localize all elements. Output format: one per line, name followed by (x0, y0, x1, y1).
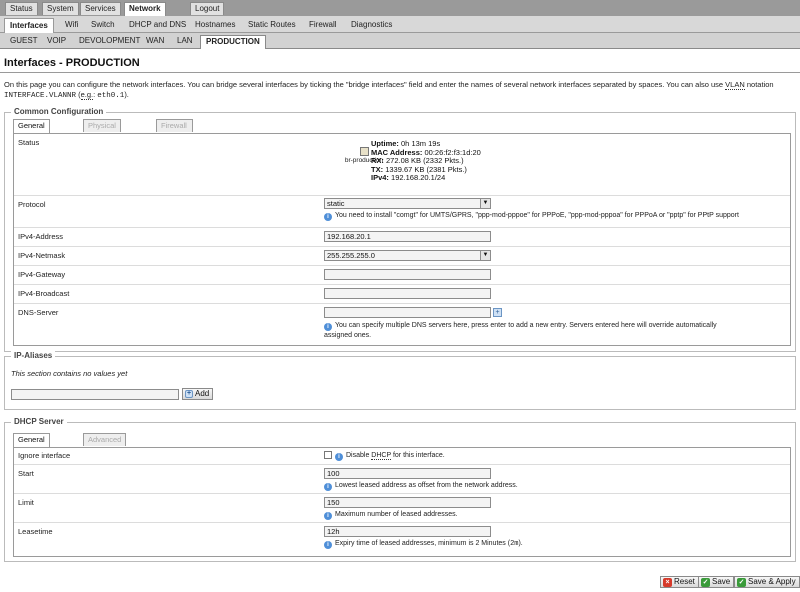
reset-button[interactable]: × Reset (660, 576, 699, 588)
dhcp-limit-input[interactable] (324, 497, 491, 508)
ipv4-netmask-label: IPv4-Netmask (18, 251, 66, 260)
reset-icon: × (663, 578, 672, 587)
tab-static-routes[interactable]: Static Routes (243, 18, 301, 32)
dhcp-limit-label: Limit (18, 498, 34, 507)
network-submenu: Interfaces Wifi Switch DHCP and DNS Host… (0, 16, 800, 33)
tab-diagnostics[interactable]: Diagnostics (346, 18, 397, 32)
dns-server-label: DNS-Server (18, 308, 59, 317)
chevron-down-icon: ▼ (480, 251, 490, 260)
add-alias-button[interactable]: + Add (182, 388, 214, 400)
dhcp-start-row: Start iLowest leased address as offset f… (14, 465, 790, 494)
dhcp-server-legend: DHCP Server (11, 417, 67, 426)
menu-network[interactable]: Network (124, 2, 166, 16)
info-icon: i (324, 512, 332, 520)
ipv4-gateway-row: IPv4-Gateway (14, 266, 790, 285)
tab-dhcp-advanced-settings[interactable]: Advanced Settings (83, 433, 127, 455)
page-description: On this page you can configure the netwo… (4, 80, 774, 100)
dhcp-start-hint: i Lowest leased address as offset from th… (324, 481, 518, 491)
iface-tab-lan[interactable]: LAN (172, 35, 198, 48)
ipv4-address-input[interactable] (324, 231, 491, 242)
add-icon: + (185, 390, 193, 398)
ipv4-netmask-row: IPv4-Netmask 255.255.255.0 ▼ (14, 247, 790, 266)
info-icon: i (335, 453, 343, 461)
tab-switch[interactable]: Switch (86, 18, 120, 32)
common-configuration-legend: Common Configuration (11, 107, 107, 116)
dhcp-start-input[interactable] (324, 468, 491, 479)
dhcp-limit-hint: i Maximum number of leased addresses. (324, 510, 458, 520)
chevron-down-icon: ▼ (480, 199, 490, 208)
iface-tab-devolopment[interactable]: DEVOLOPMENT (74, 35, 145, 48)
main-menu: Status System Services Network Logout (0, 0, 800, 16)
status-row: Status br-production Uptime: 0h 13m 19s … (14, 134, 790, 196)
ip-alias-name-input[interactable] (11, 389, 179, 400)
ip-aliases-section: IP-Aliases This section contains no valu… (4, 351, 796, 410)
dhcp-general-panel: Ignore interface i Disable DHCP for this … (13, 447, 791, 557)
info-icon: i (324, 483, 332, 491)
dhcp-leasetime-hint: i Expiry time of leased addresses, minimu… (324, 539, 523, 549)
status-details: Uptime: 0h 13m 19s MAC Address: 00:26:f2… (371, 139, 481, 183)
interface-tabs: GUEST VOIP DEVOLOPMENT WAN LAN PRODUCTIO… (0, 33, 800, 49)
dhcp-limit-row: Limit iMaximum number of leased addresse… (14, 494, 790, 523)
dns-server-hint: i You can specify multiple DNS servers he… (324, 322, 717, 339)
tab-hostnames[interactable]: Hostnames (190, 18, 240, 32)
protocol-select[interactable]: static ▼ (324, 198, 491, 209)
ignore-interface-row: Ignore interface i Disable DHCP for this … (14, 448, 790, 465)
ipv4-address-row: IPv4-Address (14, 228, 790, 247)
protocol-row: Protocol static ▼ i You need to install "… (14, 196, 790, 228)
ipv4-broadcast-input[interactable] (324, 288, 491, 299)
dhcp-leasetime-input[interactable] (324, 526, 491, 537)
ipv4-status-value: 192.168.20.1/24 (391, 173, 446, 183)
info-icon: i (324, 541, 332, 549)
title-divider (0, 72, 800, 73)
save-icon: ✓ (701, 578, 710, 587)
bridge-device-icon (359, 147, 369, 156)
ignore-interface-checkbox[interactable] (324, 451, 332, 459)
menu-system[interactable]: System (42, 2, 79, 15)
iface-tab-voip[interactable]: VOIP (42, 35, 71, 48)
protocol-label: Protocol (18, 200, 46, 209)
menu-logout[interactable]: Logout (190, 2, 225, 15)
ipv4-address-label: IPv4-Address (18, 232, 64, 241)
tab-interfaces[interactable]: Interfaces (4, 18, 54, 33)
save-apply-icon: ✓ (737, 578, 746, 587)
ignore-interface-hint: i Disable DHCP for this interface. (335, 451, 445, 461)
tab-wifi[interactable]: Wifi (60, 18, 83, 32)
add-entry-icon[interactable]: + (493, 308, 502, 317)
page-title: Interfaces - PRODUCTION (4, 57, 140, 69)
dhcp-start-label: Start (18, 469, 34, 478)
iface-tab-wan[interactable]: WAN (141, 35, 169, 48)
save-apply-button[interactable]: ✓ Save & Apply (734, 576, 800, 588)
iface-tab-guest[interactable]: GUEST (5, 35, 43, 48)
ipv4-gateway-input[interactable] (324, 269, 491, 280)
dhcp-leasetime-row: Leasetime iExpiry time of leased address… (14, 523, 790, 558)
ipv4-gateway-label: IPv4-Gateway (18, 270, 66, 279)
tab-dhcp-dns[interactable]: DHCP and DNS (124, 18, 191, 32)
dns-server-input[interactable] (324, 307, 491, 318)
dhcp-server-section: DHCP Server General Setup Advanced Setti… (4, 417, 796, 562)
common-configuration-section: Common Configuration General Setup Physi… (4, 107, 796, 352)
menu-services[interactable]: Services (80, 2, 121, 15)
iface-tab-production[interactable]: PRODUCTION (200, 35, 266, 49)
general-setup-panel: Status br-production Uptime: 0h 13m 19s … (13, 133, 791, 346)
tab-firewall-settings[interactable]: Firewall Settings (156, 119, 194, 141)
ipv4-netmask-select[interactable]: 255.255.255.0 ▼ (324, 250, 491, 261)
tab-physical-settings[interactable]: Physical Settings (83, 119, 121, 141)
ipv4-broadcast-label: IPv4-Broadcast (18, 289, 70, 298)
dns-server-row: DNS-Server + i You can specify multiple D… (14, 304, 790, 347)
menu-status[interactable]: Status (5, 2, 38, 15)
info-icon: i (324, 213, 332, 221)
dhcp-leasetime-label: Leasetime (18, 527, 53, 536)
ignore-interface-label: Ignore interface (18, 451, 71, 460)
tab-dhcp-general-setup[interactable]: General Setup (13, 433, 50, 455)
ip-aliases-empty-text: This section contains no values yet (11, 369, 128, 378)
save-button[interactable]: ✓ Save (698, 576, 735, 588)
ipv4-broadcast-row: IPv4-Broadcast (14, 285, 790, 304)
info-icon: i (324, 323, 332, 331)
tab-general-setup[interactable]: General Setup (13, 119, 50, 141)
ip-aliases-legend: IP-Aliases (11, 351, 56, 360)
tab-firewall[interactable]: Firewall (304, 18, 342, 32)
status-label: Status (18, 138, 40, 147)
protocol-hint: i You need to install "comgt" for UMTS/GP… (324, 211, 739, 221)
